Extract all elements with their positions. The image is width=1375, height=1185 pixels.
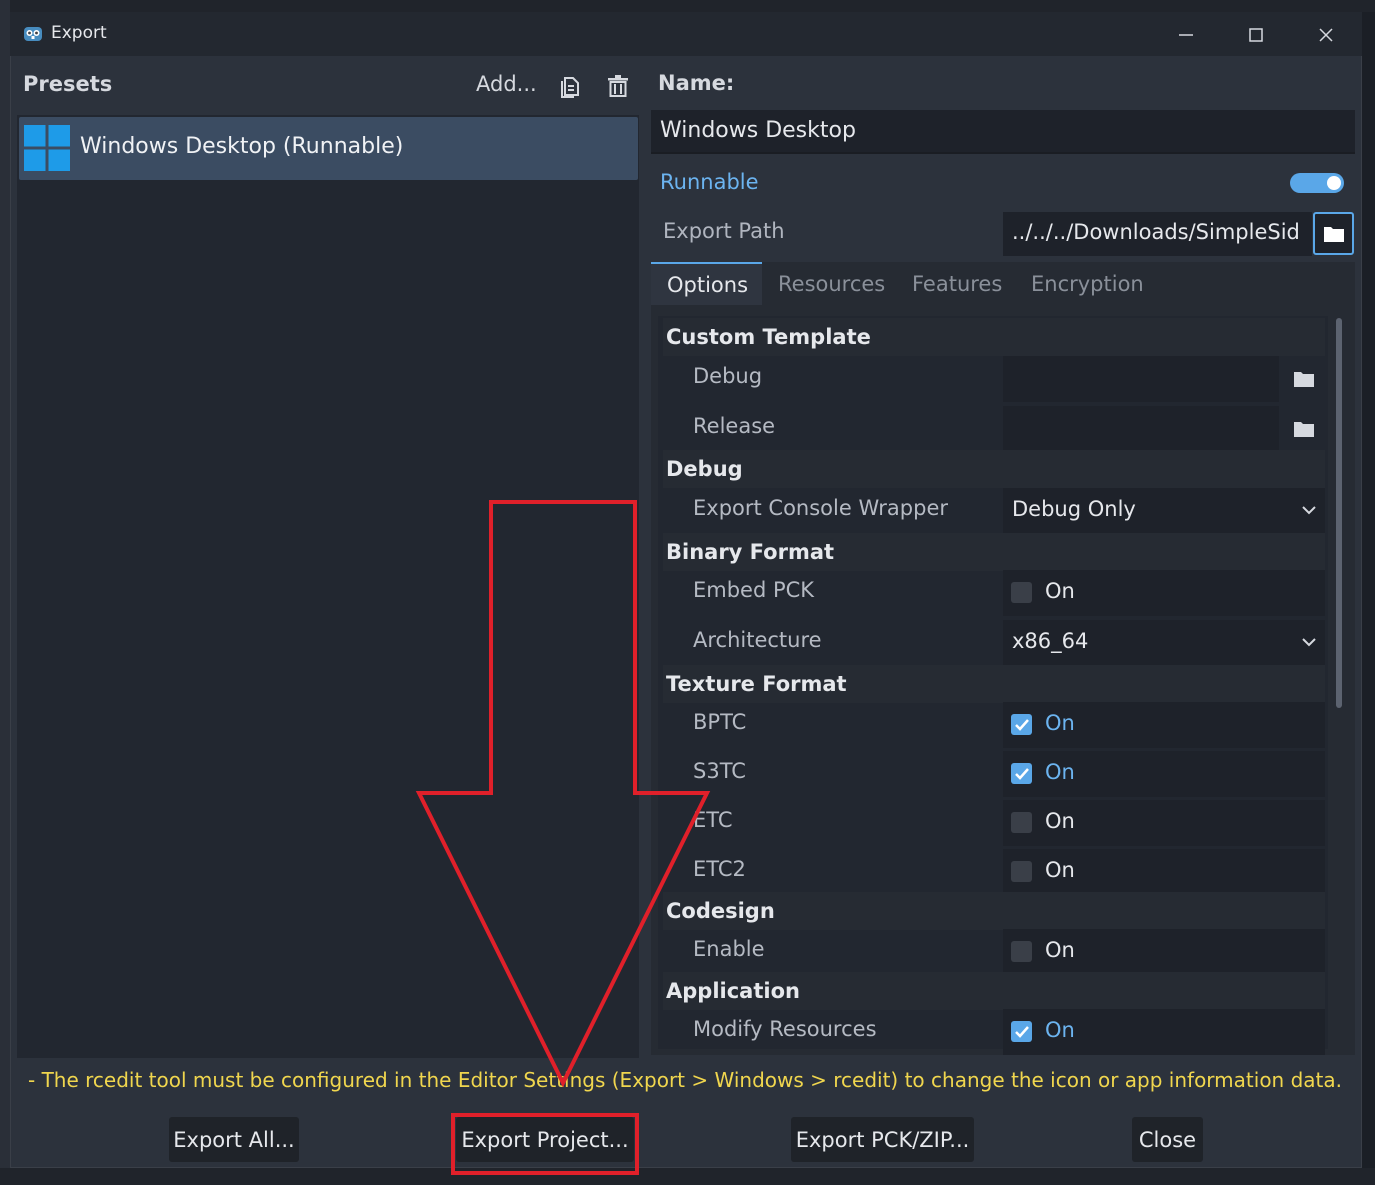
option-label: Export Console Wrapper bbox=[693, 496, 948, 520]
checkbox-label: On bbox=[1045, 938, 1075, 962]
option-row-architecture: Architecture x86_64 bbox=[663, 620, 1325, 666]
etc-checkbox[interactable] bbox=[1011, 812, 1032, 833]
option-row-etc: ETC On bbox=[663, 800, 1325, 846]
title-bar bbox=[10, 12, 1362, 56]
tab-options[interactable]: Options bbox=[651, 262, 762, 305]
option-row-embed-pck: Embed PCK On bbox=[663, 570, 1325, 616]
option-row-modify-resources: Modify Resources On bbox=[663, 1009, 1325, 1055]
preset-item-label: Windows Desktop (Runnable) bbox=[80, 134, 404, 159]
chevron-down-icon bbox=[1302, 638, 1316, 647]
option-label: Modify Resources bbox=[693, 1017, 877, 1041]
minimize-button[interactable] bbox=[1166, 18, 1206, 52]
rcedit-warning: - The rcedit tool must be configured in … bbox=[28, 1068, 1342, 1092]
chevron-down-icon bbox=[1302, 506, 1316, 515]
etc2-checkbox[interactable] bbox=[1011, 861, 1032, 882]
option-row-release-template: Release bbox=[663, 406, 1325, 452]
option-row-s3tc: S3TC On bbox=[663, 751, 1325, 797]
name-label: Name: bbox=[658, 71, 735, 95]
option-label: ETC bbox=[693, 808, 733, 832]
release-template-browse-button[interactable] bbox=[1283, 406, 1325, 452]
editor-background-left bbox=[0, 0, 10, 1185]
add-preset-button[interactable]: Add... bbox=[476, 72, 537, 96]
export-path-input[interactable]: ../../../Downloads/SimpleSid bbox=[1003, 212, 1312, 256]
close-window-button[interactable] bbox=[1306, 18, 1346, 52]
folder-icon bbox=[1294, 372, 1314, 387]
export-all-button[interactable]: Export All... bbox=[169, 1117, 299, 1162]
export-project-button[interactable]: Export Project... bbox=[456, 1117, 634, 1162]
export-path-browse-button[interactable] bbox=[1313, 212, 1354, 255]
option-row-bptc: BPTC On bbox=[663, 702, 1325, 748]
folder-icon bbox=[1323, 226, 1344, 242]
option-row-debug-template: Debug bbox=[663, 356, 1325, 402]
option-label: BPTC bbox=[693, 710, 747, 734]
duplicate-icon[interactable] bbox=[557, 73, 583, 99]
section-texture-format: Texture Format bbox=[663, 665, 1325, 703]
maximize-icon bbox=[1249, 28, 1263, 42]
preset-name-input[interactable]: Windows Desktop bbox=[651, 110, 1355, 154]
select-value: Debug Only bbox=[1012, 497, 1136, 521]
section-binary-format: Binary Format bbox=[663, 533, 1325, 571]
checkmark-icon bbox=[1015, 768, 1029, 780]
editor-background-top bbox=[0, 0, 1375, 12]
checkbox-label: On bbox=[1045, 760, 1075, 784]
debug-template-input[interactable] bbox=[1003, 356, 1279, 402]
options-scrollbar[interactable] bbox=[1336, 318, 1342, 708]
debug-template-browse-button[interactable] bbox=[1283, 356, 1325, 402]
s3tc-checkbox[interactable] bbox=[1011, 763, 1032, 784]
option-row-etc2: ETC2 On bbox=[663, 849, 1325, 895]
modify-resources-checkbox[interactable] bbox=[1011, 1021, 1032, 1042]
checkmark-icon bbox=[1015, 1026, 1029, 1038]
tab-encryption[interactable]: Encryption bbox=[1015, 262, 1155, 305]
release-template-input[interactable] bbox=[1003, 406, 1279, 452]
checkbox-label: On bbox=[1045, 809, 1075, 833]
checkbox-label: On bbox=[1045, 1018, 1075, 1042]
minimize-icon bbox=[1179, 34, 1193, 36]
option-label: Enable bbox=[693, 937, 765, 961]
option-row-codesign-enable: Enable On bbox=[663, 929, 1325, 975]
codesign-enable-checkbox[interactable] bbox=[1011, 941, 1032, 962]
windows-logo-icon bbox=[24, 125, 70, 171]
close-icon bbox=[1319, 28, 1333, 42]
tab-resources[interactable]: Resources bbox=[762, 262, 896, 305]
section-debug: Debug bbox=[663, 450, 1325, 488]
presets-heading: Presets bbox=[23, 72, 113, 96]
option-label: ETC2 bbox=[693, 857, 746, 881]
checkmark-icon bbox=[1015, 719, 1029, 731]
delete-icon[interactable] bbox=[605, 73, 631, 99]
console-wrapper-select[interactable]: Debug Only bbox=[1003, 488, 1325, 534]
architecture-select[interactable]: x86_64 bbox=[1003, 620, 1325, 666]
preset-list bbox=[17, 115, 639, 1058]
section-codesign: Codesign bbox=[663, 892, 1325, 930]
section-custom-template: Custom Template bbox=[663, 318, 1325, 356]
godot-logo-icon bbox=[24, 27, 42, 41]
option-label: Release bbox=[693, 414, 776, 438]
window-title: Export bbox=[51, 23, 107, 43]
section-application: Application bbox=[663, 972, 1325, 1010]
checkbox-label: On bbox=[1045, 858, 1075, 882]
editor-background-bottom bbox=[0, 1168, 1375, 1185]
export-path-label: Export Path bbox=[663, 219, 785, 243]
tab-features[interactable]: Features bbox=[896, 262, 1015, 305]
checkbox-label: On bbox=[1045, 711, 1075, 735]
select-value: x86_64 bbox=[1012, 629, 1089, 653]
option-label: Debug bbox=[693, 364, 763, 388]
runnable-label: Runnable bbox=[660, 170, 759, 194]
option-label: Embed PCK bbox=[693, 578, 815, 602]
option-label: S3TC bbox=[693, 759, 746, 783]
export-pck-zip-button[interactable]: Export PCK/ZIP... bbox=[791, 1117, 974, 1162]
folder-icon bbox=[1294, 422, 1314, 437]
checkbox-label: On bbox=[1045, 579, 1075, 603]
maximize-button[interactable] bbox=[1236, 18, 1276, 52]
close-button[interactable]: Close bbox=[1132, 1117, 1203, 1162]
option-row-console-wrapper: Export Console Wrapper Debug Only bbox=[663, 488, 1325, 534]
bptc-checkbox[interactable] bbox=[1011, 714, 1032, 735]
embed-pck-checkbox[interactable] bbox=[1011, 582, 1032, 603]
runnable-toggle-knob bbox=[1327, 176, 1341, 190]
option-label: Architecture bbox=[693, 628, 822, 652]
